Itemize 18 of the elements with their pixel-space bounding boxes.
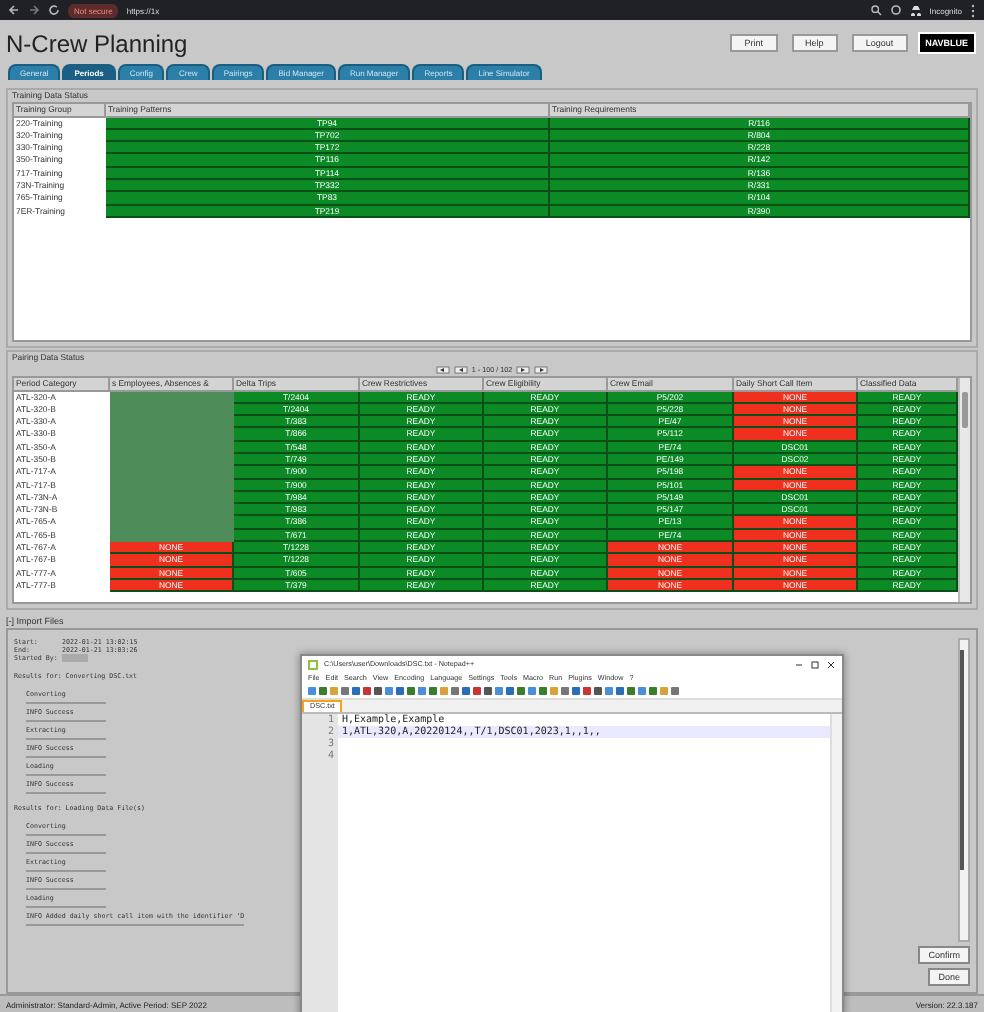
menu-icon[interactable] (970, 3, 976, 17)
incognito-icon (909, 4, 922, 16)
pager-button[interactable] (516, 366, 531, 374)
pager-button[interactable] (534, 366, 549, 374)
back-icon[interactable] (8, 4, 20, 16)
scrollbar[interactable] (958, 378, 970, 602)
toolbar-icons-drawing[interactable] (308, 685, 684, 695)
scrollbar[interactable] (958, 638, 970, 942)
reload-icon[interactable] (48, 4, 60, 16)
app-title: N-Crew Planning (6, 29, 190, 57)
forward-icon[interactable] (28, 4, 40, 16)
pager-button[interactable] (453, 366, 468, 374)
close-icon[interactable] (826, 659, 836, 669)
maximize-icon[interactable] (810, 659, 820, 669)
search-icon[interactable] (869, 4, 882, 16)
minimize-icon[interactable] (794, 659, 804, 669)
pager-button[interactable] (435, 366, 450, 374)
app-icon (308, 659, 318, 669)
